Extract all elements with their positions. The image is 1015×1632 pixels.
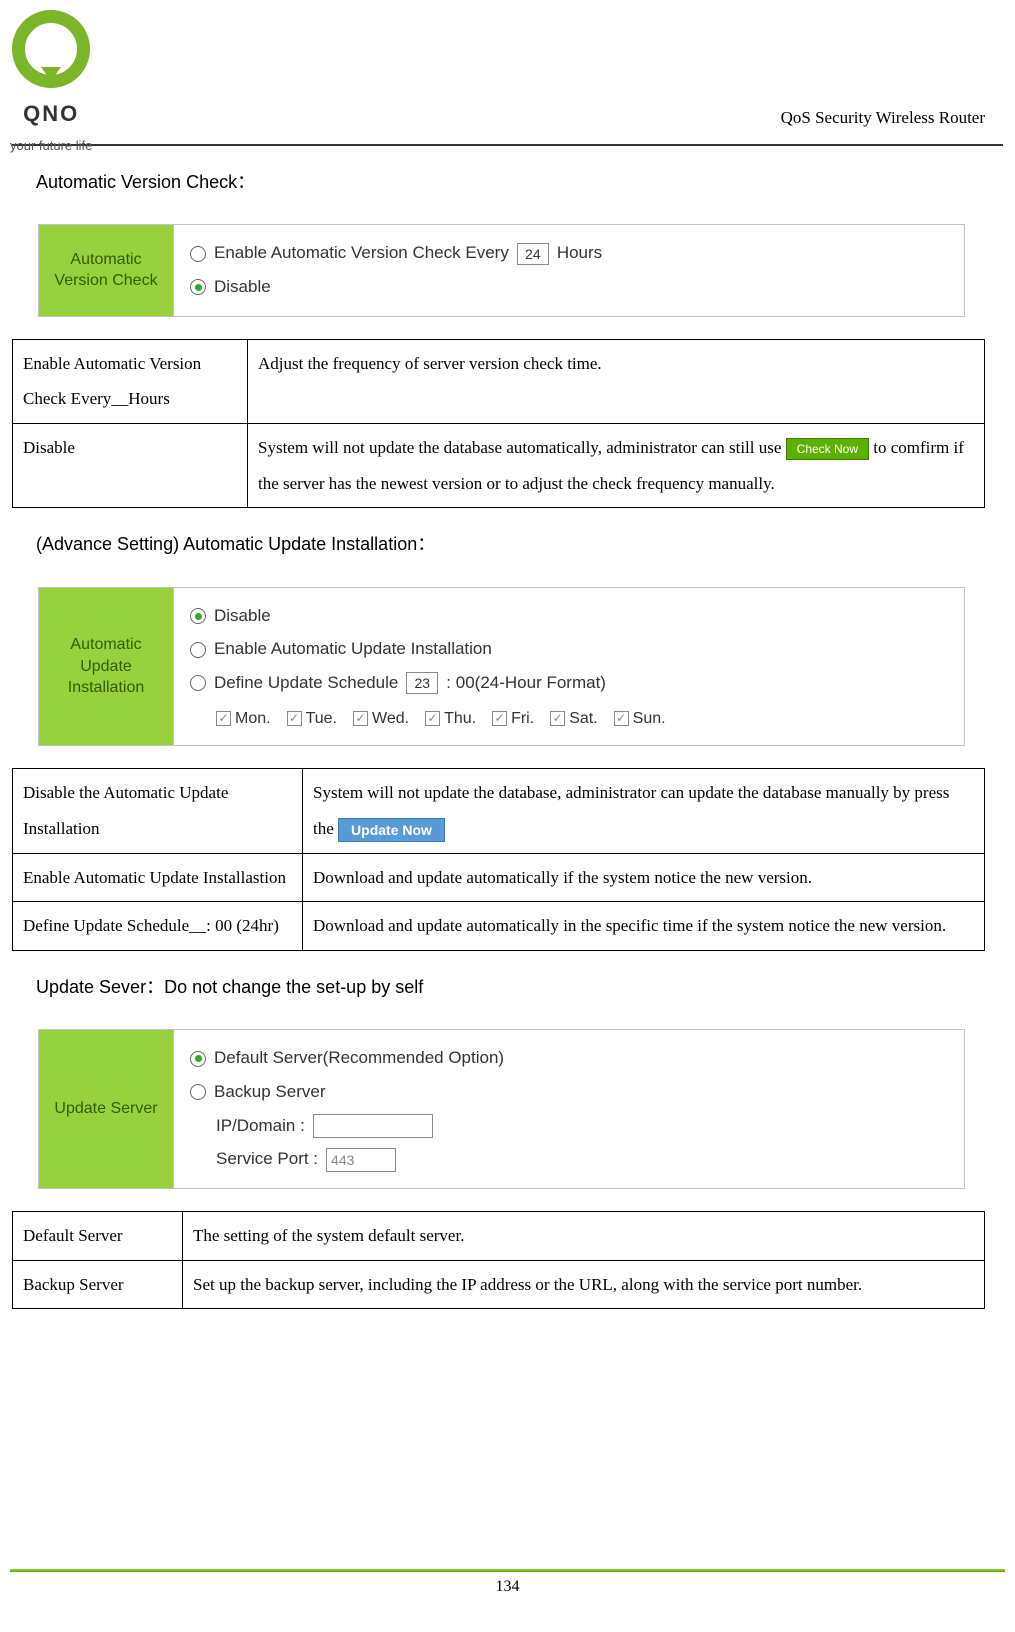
text: System will not update the database auto…	[258, 438, 786, 457]
table-row: Default Server The setting of the system…	[13, 1211, 985, 1260]
page-number: 134	[0, 1573, 1015, 1602]
default-server-label: Default Server(Recommended Option)	[214, 1043, 504, 1074]
checkbox-thu[interactable]	[425, 711, 440, 726]
day-label: Thu.	[444, 705, 476, 734]
checkbox-sat[interactable]	[550, 711, 565, 726]
checkbox-wed[interactable]	[353, 711, 368, 726]
cell: Download and update automatically if the…	[303, 853, 985, 902]
radio-enable-check[interactable]	[190, 246, 206, 262]
disable-check-label: Disable	[214, 272, 271, 303]
radio-install-define[interactable]	[190, 675, 206, 691]
update-server-panel: Update Server Default Server(Recommended…	[38, 1029, 965, 1188]
update-install-panel: Automatic Update Installation Disable En…	[38, 587, 965, 747]
document-title: QoS Security Wireless Router	[781, 103, 985, 134]
page-content: Automatic Version Check： Automatic Versi…	[0, 166, 1015, 1309]
radio-install-enable[interactable]	[190, 642, 206, 658]
section3-heading: Update Sever：Do not change the set-up by…	[36, 971, 987, 1003]
cell: Enable Automatic Update Installastion	[13, 853, 303, 902]
checkbox-tue[interactable]	[287, 711, 302, 726]
table-row: Backup Server Set up the backup server, …	[13, 1260, 985, 1309]
ip-domain-label: IP/Domain :	[216, 1111, 305, 1142]
backup-server-label: Backup Server	[214, 1077, 326, 1108]
enable-check-label-post: Hours	[557, 238, 602, 269]
ip-domain-input[interactable]	[313, 1114, 433, 1138]
version-check-panel-label: Automatic Version Check	[39, 225, 174, 315]
update-server-table: Default Server The setting of the system…	[12, 1211, 985, 1309]
service-port-label: Service Port :	[216, 1144, 318, 1175]
cell: System will not update the database auto…	[248, 423, 985, 507]
brand-logo: QNO your future life	[10, 10, 92, 157]
day-label: Mon.	[235, 705, 271, 734]
cell: Define Update Schedule__: 00 (24hr)	[13, 902, 303, 951]
section2-heading: (Advance Setting) Automatic Update Insta…	[36, 528, 987, 560]
cell: Enable Automatic Version Check Every__Ho…	[13, 339, 248, 423]
table-row: Disable System will not update the datab…	[13, 423, 985, 507]
radio-install-disable[interactable]	[190, 608, 206, 624]
cell: Download and update automatically in the…	[303, 902, 985, 951]
update-install-panel-label: Automatic Update Installation	[39, 588, 174, 746]
day-label: Sun.	[633, 705, 666, 734]
logo-icon	[12, 10, 90, 88]
day-label: Fri.	[511, 705, 534, 734]
cell: Adjust the frequency of server version c…	[248, 339, 985, 423]
cell: Disable the Automatic Update Installatio…	[13, 769, 303, 853]
brand-name: QNO	[10, 94, 92, 134]
version-check-panel: Automatic Version Check Enable Automatic…	[38, 224, 965, 316]
checkbox-fri[interactable]	[492, 711, 507, 726]
header-rule	[12, 144, 1003, 146]
footer-rule	[10, 1569, 1005, 1572]
table-row: Disable the Automatic Update Installatio…	[13, 769, 985, 853]
version-check-table: Enable Automatic Version Check Every__Ho…	[12, 339, 985, 509]
section1-heading: Automatic Version Check：	[36, 166, 987, 198]
radio-disable-check[interactable]	[190, 279, 206, 295]
install-disable-label: Disable	[214, 601, 271, 632]
cell: The setting of the system default server…	[183, 1211, 985, 1260]
checkbox-mon[interactable]	[216, 711, 231, 726]
install-hour-input[interactable]: 23	[406, 672, 438, 694]
install-define-pre: Define Update Schedule	[214, 668, 398, 699]
brand-tagline: your future life	[10, 134, 92, 157]
checkbox-sun[interactable]	[614, 711, 629, 726]
enable-check-label-pre: Enable Automatic Version Check Every	[214, 238, 509, 269]
update-now-button[interactable]: Update Now	[338, 818, 445, 843]
page-header: QNO your future life QoS Security Wirele…	[0, 0, 1015, 140]
install-define-post: : 00(24-Hour Format)	[446, 668, 606, 699]
install-enable-label: Enable Automatic Update Installation	[214, 634, 492, 665]
service-port-input[interactable]: 443	[326, 1148, 396, 1172]
radio-backup-server[interactable]	[190, 1084, 206, 1100]
cell: System will not update the database, adm…	[303, 769, 985, 853]
day-label: Wed.	[372, 705, 409, 734]
cell: Disable	[13, 423, 248, 507]
day-label: Tue.	[306, 705, 337, 734]
update-install-table: Disable the Automatic Update Installatio…	[12, 768, 985, 951]
cell: Set up the backup server, including the …	[183, 1260, 985, 1309]
table-row: Enable Automatic Update Installastion Do…	[13, 853, 985, 902]
check-hours-input[interactable]: 24	[517, 243, 549, 265]
days-row: Mon. Tue. Wed. Thu. Fri. Sat. Sun.	[216, 705, 948, 734]
table-row: Enable Automatic Version Check Every__Ho…	[13, 339, 985, 423]
table-row: Define Update Schedule__: 00 (24hr) Down…	[13, 902, 985, 951]
cell: Backup Server	[13, 1260, 183, 1309]
update-server-panel-label: Update Server	[39, 1030, 174, 1187]
day-label: Sat.	[569, 705, 597, 734]
cell: Default Server	[13, 1211, 183, 1260]
radio-default-server[interactable]	[190, 1051, 206, 1067]
check-now-button[interactable]: Check Now	[786, 438, 869, 460]
